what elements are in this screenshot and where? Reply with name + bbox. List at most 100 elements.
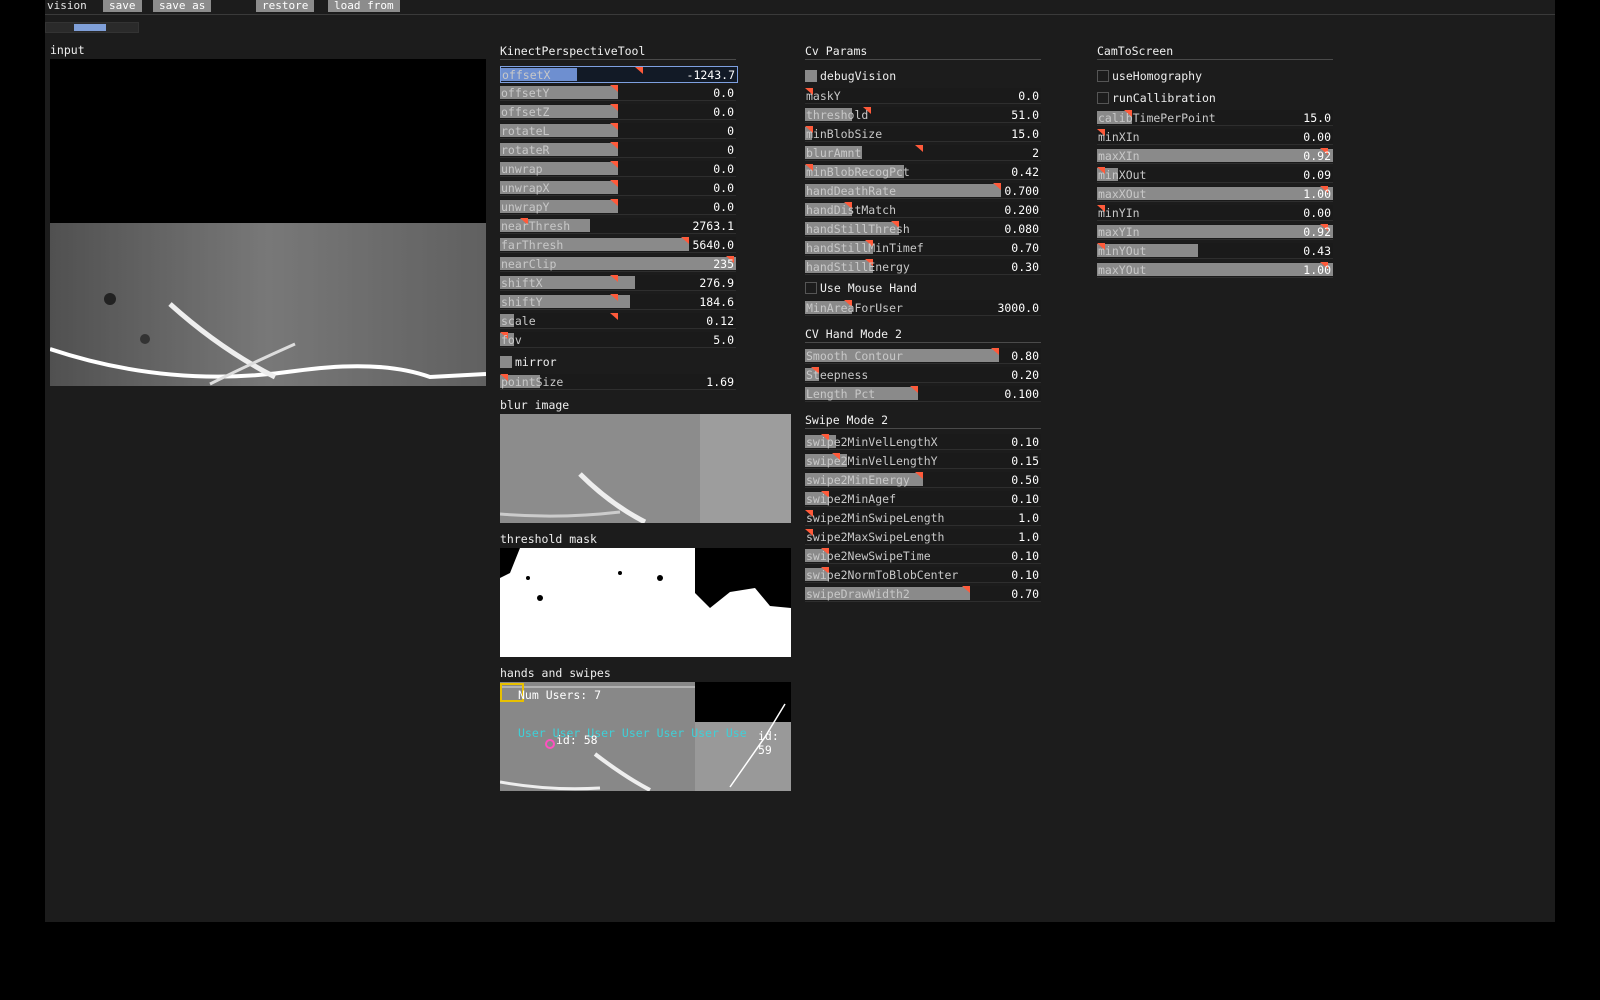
swipe-mode-title: Swipe Mode 2: [805, 414, 1041, 429]
user-id-58: id: 58: [556, 733, 598, 747]
save-button[interactable]: save: [103, 0, 142, 12]
slider-pointsize[interactable]: pointSize 1.69: [500, 374, 736, 390]
checkbox[interactable]: [1097, 92, 1109, 104]
slider-label: maxXIn: [1098, 149, 1140, 163]
input-label: input: [50, 43, 85, 57]
hands-swipes-image: Num Users: 7 User User User User User Us…: [500, 682, 791, 791]
slider-minyout[interactable]: minYOut 0.43: [1097, 243, 1333, 259]
save-as-button[interactable]: save as: [153, 0, 212, 12]
slider-marker-icon: [910, 386, 919, 393]
slider-label: calibTimePerPoint: [1098, 111, 1216, 125]
checkbox[interactable]: [805, 70, 817, 82]
slider-maxyin[interactable]: maxYIn 0.92: [1097, 224, 1333, 240]
slider-value: 0.0: [713, 105, 734, 119]
slider-value: 0.92: [1303, 149, 1331, 163]
slider-marker-icon: [634, 67, 643, 74]
slider-minblobsize[interactable]: minBlobSize 15.0: [805, 126, 1041, 142]
slider-marker-icon: [610, 85, 618, 92]
slider-label: unwrap: [501, 162, 543, 176]
slider-handstillenergy[interactable]: handStillEnergy 0.30: [805, 259, 1041, 275]
slider-handstillmintimef[interactable]: handStillMinTimef 0.70: [805, 240, 1041, 256]
slider-label: scale: [501, 314, 536, 328]
slider-unwrap[interactable]: unwrap 0.0: [500, 161, 736, 177]
slider-rotatel[interactable]: rotateL 0: [500, 123, 736, 139]
slider-scale[interactable]: scale 0.12: [500, 313, 736, 329]
slider-swipe2newswipetime[interactable]: swipe2NewSwipeTime 0.10: [805, 548, 1041, 564]
slider-swipedrawwidth2[interactable]: swipeDrawWidth2 0.70: [805, 586, 1041, 602]
page-scroll-bar[interactable]: [45, 22, 139, 33]
slider-swipe2minagef[interactable]: swipe2MinAgef 0.10: [805, 491, 1041, 507]
slider-value: 276.9: [699, 276, 734, 290]
slider-maxyout[interactable]: maxYOut 1.00: [1097, 262, 1333, 278]
slider-swipe2maxswipelength[interactable]: swipe2MaxSwipeLength 1.0: [805, 529, 1041, 545]
checkbox[interactable]: [500, 356, 512, 368]
slider-fov[interactable]: fov 5.0: [500, 332, 736, 348]
slider-minxout[interactable]: minXOut 0.09: [1097, 167, 1333, 183]
slider-label: blurAmnt: [806, 146, 862, 160]
slider-label: minXIn: [1098, 130, 1140, 144]
toggle-usehomography[interactable]: useHomography: [1097, 68, 1333, 84]
slider-swipe2minvellengthx[interactable]: swipe2MinVelLengthX 0.10: [805, 434, 1041, 450]
slider-swipe2minvellengthy[interactable]: swipe2MinVelLengthY 0.15: [805, 453, 1041, 469]
slider-marker-icon: [610, 313, 618, 320]
slider-maxxin[interactable]: maxXIn 0.92: [1097, 148, 1333, 164]
toggle-mirror[interactable]: mirror: [500, 354, 736, 370]
page-scroll-thumb[interactable]: [74, 24, 106, 31]
slider-value: 0.43: [1303, 244, 1331, 258]
slider-label: swipeDrawWidth2: [806, 587, 910, 601]
slider-minxin[interactable]: minXIn 0.00: [1097, 129, 1333, 145]
slider-swipe2minenergy[interactable]: swipe2MinEnergy 0.50: [805, 472, 1041, 488]
load-from-button[interactable]: load from: [328, 0, 400, 12]
input-depth-image: [50, 59, 486, 386]
slider-label: Steepness: [806, 368, 869, 382]
blur-image-label: blur image: [500, 398, 570, 412]
slider-threshold[interactable]: threshold 51.0: [805, 107, 1041, 123]
slider-handdeathrate[interactable]: handDeathRate 0.700: [805, 183, 1041, 199]
slider-handdistmatch[interactable]: handDistMatch 0.200: [805, 202, 1041, 218]
slider-steepness[interactable]: Steepness 0.20: [805, 367, 1041, 383]
slider-shiftx[interactable]: shiftX 276.9: [500, 275, 736, 291]
checkbox[interactable]: [805, 282, 817, 294]
slider-minyin[interactable]: minYIn 0.00: [1097, 205, 1333, 221]
slider-unwrapx[interactable]: unwrapX 0.0: [500, 180, 736, 196]
slider-minareaforuser[interactable]: MinAreaForUser 3000.0: [805, 300, 1041, 316]
num-users-text: Num Users: 7: [518, 688, 602, 702]
slider-nearclip[interactable]: nearClip 235: [500, 256, 736, 272]
slider-offsety[interactable]: offsetY 0.0: [500, 85, 736, 101]
slider-maxxout[interactable]: maxXOut 1.00: [1097, 186, 1333, 202]
slider-calibtimeperpoint[interactable]: calibTimePerPoint 15.0: [1097, 110, 1333, 126]
checkbox[interactable]: [1097, 70, 1109, 82]
toggle-use-mouse-hand[interactable]: Use Mouse Hand: [805, 280, 1041, 296]
slider-swipe2normtoblobcenter[interactable]: swipe2NormToBlobCenter 0.10: [805, 567, 1041, 583]
slider-label: maxYIn: [1098, 225, 1140, 239]
slider-masky[interactable]: maskY 0.0: [805, 88, 1041, 104]
slider-value: 0.15: [1011, 454, 1039, 468]
slider-offsetx[interactable]: offsetX -1243.7: [500, 66, 738, 83]
slider-label: handStillEnergy: [806, 260, 910, 274]
slider-rotater[interactable]: rotateR 0: [500, 142, 736, 158]
slider-marker-icon: [610, 161, 618, 168]
slider-shifty[interactable]: shiftY 184.6: [500, 294, 736, 310]
slider-label: swipe2MinSwipeLength: [806, 511, 945, 525]
slider-handstillthresh[interactable]: handStillThresh 0.080: [805, 221, 1041, 237]
slider-swipe2minswipelength[interactable]: swipe2MinSwipeLength 1.0: [805, 510, 1041, 526]
slider-label: unwrapY: [501, 200, 550, 214]
slider-marker-icon: [610, 275, 618, 282]
slider-bluramnt[interactable]: blurAmnt 2: [805, 145, 1041, 161]
slider-minblobrecogpct[interactable]: minBlobRecogPct 0.42: [805, 164, 1041, 180]
slider-value: 0.92: [1303, 225, 1331, 239]
toggle-runcallibration[interactable]: runCallibration: [1097, 90, 1333, 106]
toggle-debugvision[interactable]: debugVision: [805, 68, 1041, 84]
slider-value: 0.50: [1011, 473, 1039, 487]
slider-nearthresh[interactable]: nearThresh 2763.1: [500, 218, 736, 234]
slider-length-pct[interactable]: Length Pct 0.100: [805, 386, 1041, 402]
slider-marker-icon: [992, 183, 1001, 190]
slider-smooth-contour[interactable]: Smooth Contour 0.80: [805, 348, 1041, 364]
slider-farthresh[interactable]: farThresh 5640.0: [500, 237, 736, 253]
slider-unwrapy[interactable]: unwrapY 0.0: [500, 199, 736, 215]
threshold-mask-label: threshold mask: [500, 532, 597, 546]
slider-value: 0.09: [1303, 168, 1331, 182]
slider-offsetz[interactable]: offsetZ 0.0: [500, 104, 736, 120]
restore-button[interactable]: restore: [256, 0, 315, 12]
slider-label: handDistMatch: [806, 203, 897, 217]
